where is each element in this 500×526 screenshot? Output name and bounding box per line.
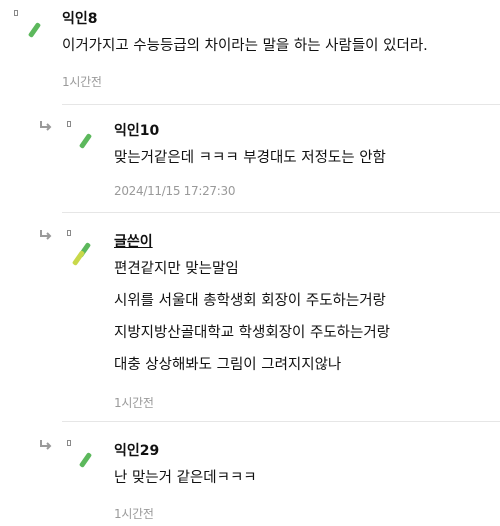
comment-text: 이거가지고 수능등급의 차이라는 말을 하는 사람들이 있더라. — [62, 38, 428, 54]
comment-text: 난 맞는거 같은데ㅋㅋㅋ — [114, 470, 257, 486]
avatar-icon — [67, 440, 95, 480]
comment-text: 맞는거같은데 ㅋㅋㅋ 부경대도 저정도는 안함 — [114, 150, 386, 166]
comment-divider — [62, 104, 500, 105]
avatar-icon — [14, 10, 42, 50]
reply-arrow-icon — [40, 230, 52, 240]
comment-timestamp: 1시간전 — [62, 75, 102, 89]
reply-arrow-icon — [40, 121, 52, 131]
comment-timestamp: 1시간전 — [114, 507, 154, 521]
reply-arrow-icon — [40, 440, 52, 450]
avatar-icon — [67, 230, 95, 270]
comment-text: 편견같지만 맞는말임 — [114, 261, 239, 277]
comment-divider — [62, 421, 500, 422]
comment-text: 지방지방산골대학교 학생회장이 주도하는거랑 — [114, 325, 391, 341]
comment-timestamp: 2024/11/15 17:27:30 — [114, 184, 236, 198]
comment-author[interactable]: 익인29 — [114, 440, 159, 460]
comment-text: 대충 상상해봐도 그림이 그려지지않나 — [114, 357, 342, 373]
comment-timestamp: 1시간전 — [114, 396, 154, 410]
comment-author[interactable]: 글쓴이 — [114, 231, 153, 251]
comment-divider — [62, 212, 500, 213]
comment-text: 시위를 서울대 총학생회 회장이 주도하는거랑 — [114, 293, 386, 309]
comment-author[interactable]: 익인8 — [62, 8, 98, 28]
comment-author[interactable]: 익인10 — [114, 120, 159, 140]
avatar-icon — [67, 121, 95, 161]
